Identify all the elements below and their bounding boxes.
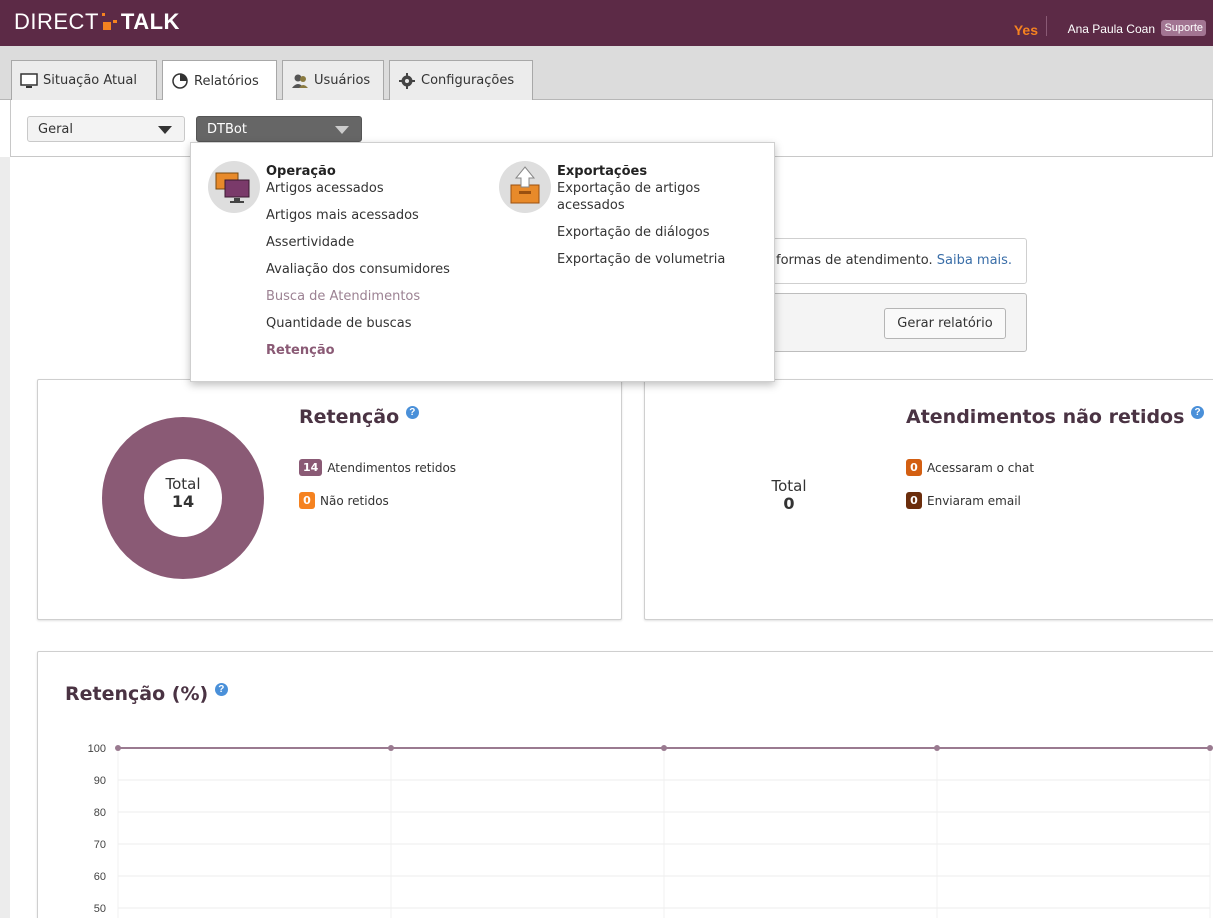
tab-relatorios[interactable]: Relatórios (162, 60, 277, 101)
bot-select[interactable]: DTBot (196, 116, 362, 142)
legend-item: 0 Não retidos (299, 492, 389, 509)
tab-label: Relatórios (194, 73, 259, 89)
legend-label: Atendimentos retidos (327, 460, 457, 475)
legend-count-badge: 0 (906, 459, 922, 476)
menu-item-artigos-acessados[interactable]: Artigos acessados (266, 180, 486, 197)
data-point (115, 745, 121, 751)
status-indicator[interactable]: Yes (1014, 22, 1038, 38)
legend-count-badge: 0 (906, 492, 922, 509)
scope-select[interactable]: Geral (27, 116, 185, 142)
retention-card-title: Retenção ? (299, 406, 419, 428)
users-icon (291, 73, 309, 89)
menu-item-exportacao-dialogos[interactable]: Exportação de diálogos (557, 224, 757, 241)
y-tick-label: 100 (88, 743, 106, 755)
user-name[interactable]: Ana Paula Coan (1068, 22, 1155, 36)
donut-total-label: Total (165, 475, 201, 493)
scope-select-value: Geral (38, 122, 73, 137)
menu-column-operacao: Operação Artigos acessados Artigos mais … (266, 163, 486, 359)
header-divider (1046, 16, 1047, 36)
tab-label: Configurações (421, 73, 515, 88)
data-point (1207, 745, 1213, 751)
legend-label: Não retidos (320, 493, 389, 508)
menu-item-busca-atendimentos[interactable]: Busca de Atendimentos (266, 288, 486, 305)
export-box-icon (499, 161, 551, 213)
info-box: formas de atendimento. Saiba mais. (765, 238, 1027, 284)
legend-item: 0 Acessaram o chat (906, 459, 1034, 476)
not-retained-total-label: Total (771, 477, 807, 495)
generate-panel: Gerar relatório (765, 293, 1027, 352)
menu-item-quantidade-buscas[interactable]: Quantidade de buscas (266, 315, 486, 332)
menu-item-artigos-mais-acessados[interactable]: Artigos mais acessados (266, 207, 486, 224)
logo-mark-icon (101, 11, 119, 31)
report-menu-dropdown: Operação Artigos acessados Artigos mais … (190, 142, 775, 382)
donut-total: Total 14 (102, 475, 264, 511)
retention-donut: Total 14 (102, 417, 264, 579)
data-point (388, 745, 394, 751)
role-badge: Suporte (1161, 20, 1206, 36)
tab-usuarios[interactable]: Usuários (282, 60, 384, 100)
logo-text-talk: TALK (120, 9, 180, 34)
not-retained-card: Atendimentos não retidos ? Total 0 0 Ace… (644, 379, 1213, 620)
legend-item: 14 Atendimentos retidos (299, 459, 456, 476)
saiba-mais-link[interactable]: Saiba mais. (937, 253, 1012, 268)
tab-configuracoes[interactable]: Configurações (389, 60, 533, 100)
data-point (661, 745, 667, 751)
app-logo[interactable]: DIRECT TALK (14, 9, 180, 35)
tab-bar: Situação Atual Relatórios Usuários Confi… (0, 46, 1213, 101)
retention-title-text: Retenção (299, 406, 400, 428)
tab-situacao-atual[interactable]: Situação Atual (11, 60, 157, 100)
monitor-icon (20, 72, 38, 89)
chart-title-text: Retenção (%) (65, 683, 209, 705)
menu-item-avaliacao-consumidores[interactable]: Avaliação dos consumidores (266, 261, 486, 278)
bot-select-value: DTBot (207, 122, 247, 137)
tab-label: Usuários (314, 73, 371, 88)
generate-report-button[interactable]: Gerar relatório (884, 308, 1006, 339)
donut-total-value: 14 (171, 492, 195, 511)
gear-icon (398, 72, 416, 89)
y-tick-label: 80 (94, 807, 106, 819)
legend-item: 0 Enviaram email (906, 492, 1021, 509)
page-left-shade (0, 157, 10, 918)
not-retained-total: Total 0 (749, 477, 829, 513)
menu-item-exportacao-artigos[interactable]: Exportação de artigos acessados (557, 180, 757, 214)
menu-item-retencao[interactable]: Retenção (266, 342, 486, 359)
legend-count-badge: 14 (299, 459, 323, 476)
top-header: DIRECT TALK Yes Ana Paula Coan Suporte (0, 0, 1213, 46)
menu-column-exportacoes: Exportações Exportação de artigos acessa… (557, 163, 757, 268)
help-icon[interactable]: ? (214, 683, 228, 696)
y-tick-label: 50 (94, 903, 106, 915)
chart-card-title: Retenção (%) ? (65, 683, 228, 705)
help-icon[interactable]: ? (1191, 406, 1205, 419)
not-retained-total-value: 0 (783, 494, 795, 513)
menu-heading-operacao: Operação (266, 164, 336, 179)
not-retained-title-text: Atendimentos não retidos (906, 406, 1185, 428)
not-retained-card-title: Atendimentos não retidos ? (906, 406, 1205, 428)
data-point (934, 745, 940, 751)
legend-label: Acessaram o chat (927, 460, 1035, 475)
menu-item-exportacao-volumetria[interactable]: Exportação de volumetria (557, 251, 757, 268)
info-text: formas de atendimento. (776, 253, 933, 268)
logo-text-direct: DIRECT (14, 9, 99, 34)
retention-card: Retenção ? Total 14 14 Atendimentos reti… (37, 379, 622, 620)
y-tick-label: 70 (94, 839, 106, 851)
y-tick-label: 60 (94, 871, 106, 883)
chevron-down-icon (158, 126, 172, 134)
tab-label: Situação Atual (43, 73, 137, 88)
help-icon[interactable]: ? (405, 406, 419, 419)
menu-heading-exportacoes: Exportações (557, 164, 648, 179)
retention-line-chart: 100 90 80 70 60 50 (88, 743, 1213, 918)
chevron-down-icon (335, 126, 349, 134)
pie-chart-icon (171, 73, 189, 89)
menu-item-assertividade[interactable]: Assertividade (266, 234, 486, 251)
monitors-icon (208, 161, 260, 213)
y-tick-label: 90 (94, 775, 106, 787)
legend-count-badge: 0 (299, 492, 315, 509)
legend-label: Enviaram email (927, 493, 1021, 508)
